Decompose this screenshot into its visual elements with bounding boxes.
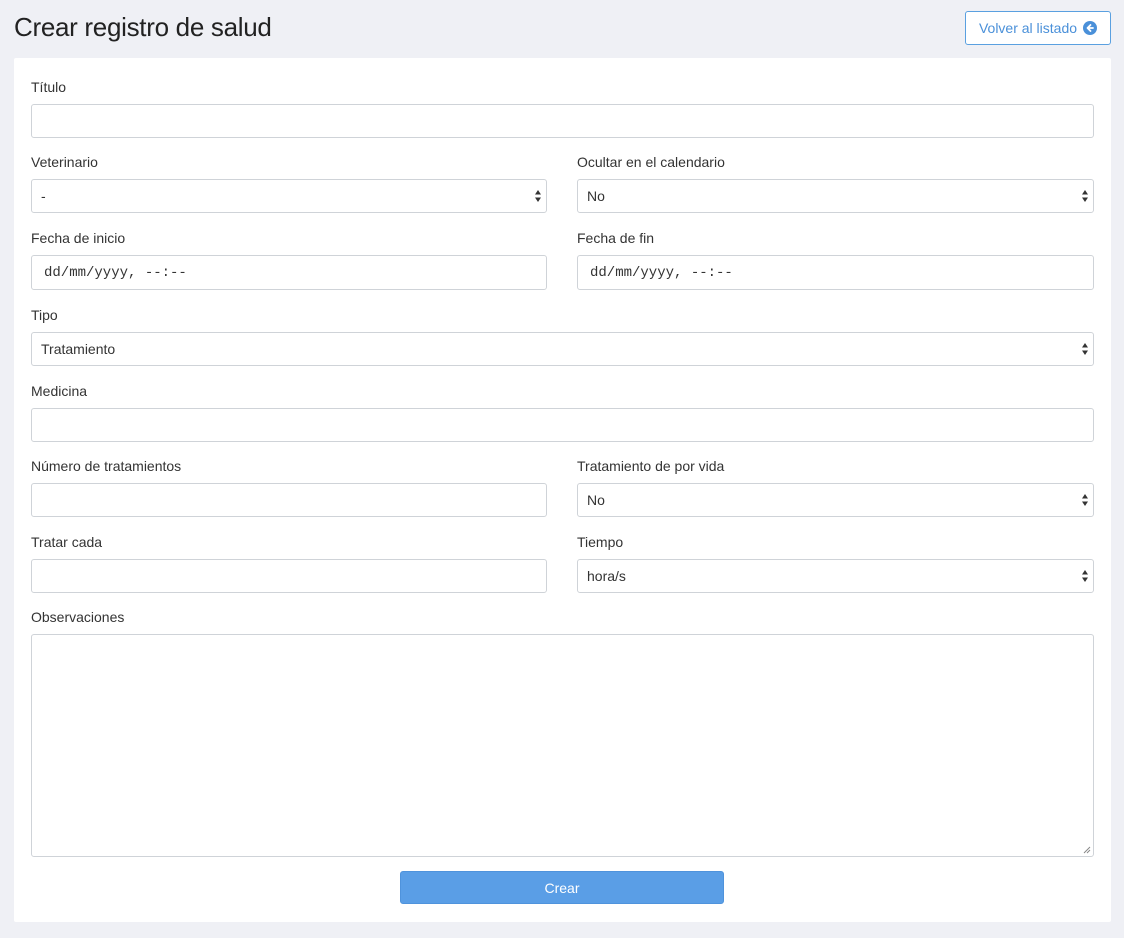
- titulo-input[interactable]: [31, 104, 1094, 138]
- page-header: Crear registro de salud Volver al listad…: [0, 0, 1124, 58]
- tratamiento-vida-selected-value: No: [587, 492, 605, 508]
- ocultar-select[interactable]: No: [577, 179, 1094, 213]
- crear-button[interactable]: Crear: [400, 871, 724, 904]
- fecha-inicio-placeholder: dd/mm/yyyy, --:--: [44, 264, 187, 281]
- tiempo-selected-value: hora/s: [587, 568, 626, 584]
- tratar-cada-input[interactable]: [31, 559, 547, 593]
- tiempo-label: Tiempo: [577, 534, 624, 550]
- veterinario-select[interactable]: -: [31, 179, 547, 213]
- fecha-inicio-label: Fecha de inicio: [31, 230, 126, 246]
- observaciones-label: Observaciones: [31, 609, 125, 625]
- numero-tratamientos-label: Número de tratamientos: [31, 458, 182, 474]
- back-button-label: Volver al listado: [978, 20, 1078, 36]
- back-to-list-button[interactable]: Volver al listado: [965, 11, 1111, 45]
- medicina-label: Medicina: [31, 383, 88, 399]
- veterinario-label: Veterinario: [31, 154, 98, 170]
- tiempo-select[interactable]: hora/s: [577, 559, 1094, 593]
- numero-tratamientos-input[interactable]: [31, 483, 547, 517]
- form-card: Título Veterinario - Ocultar en el calen…: [14, 58, 1111, 922]
- ocultar-label: Ocultar en el calendario: [577, 154, 725, 170]
- medicina-input[interactable]: [31, 408, 1094, 442]
- observaciones-textarea[interactable]: [31, 634, 1094, 857]
- crear-button-label: Crear: [544, 879, 580, 896]
- veterinario-selected-value: -: [41, 188, 46, 204]
- tipo-label: Tipo: [31, 307, 58, 323]
- ocultar-selected-value: No: [587, 188, 605, 204]
- select-arrows-icon: [1082, 494, 1088, 506]
- tipo-select[interactable]: Tratamiento: [31, 332, 1094, 366]
- tratamiento-vida-label: Tratamiento de por vida: [577, 458, 725, 474]
- tratamiento-vida-select[interactable]: No: [577, 483, 1094, 517]
- select-arrows-icon: [535, 190, 541, 202]
- select-arrows-icon: [1082, 190, 1088, 202]
- resize-grip-icon[interactable]: [1082, 845, 1091, 854]
- tipo-selected-value: Tratamiento: [41, 341, 116, 357]
- select-arrows-icon: [1082, 343, 1088, 355]
- page-title: Crear registro de salud: [14, 12, 272, 42]
- fecha-fin-input[interactable]: dd/mm/yyyy, --:--: [577, 255, 1094, 290]
- arrow-circle-left-icon: [1083, 21, 1098, 35]
- fecha-inicio-input[interactable]: dd/mm/yyyy, --:--: [31, 255, 547, 290]
- tratar-cada-label: Tratar cada: [31, 534, 103, 550]
- titulo-label: Título: [31, 79, 67, 95]
- fecha-fin-label: Fecha de fin: [577, 230, 655, 246]
- fecha-fin-placeholder: dd/mm/yyyy, --:--: [590, 264, 733, 281]
- select-arrows-icon: [1082, 570, 1088, 582]
